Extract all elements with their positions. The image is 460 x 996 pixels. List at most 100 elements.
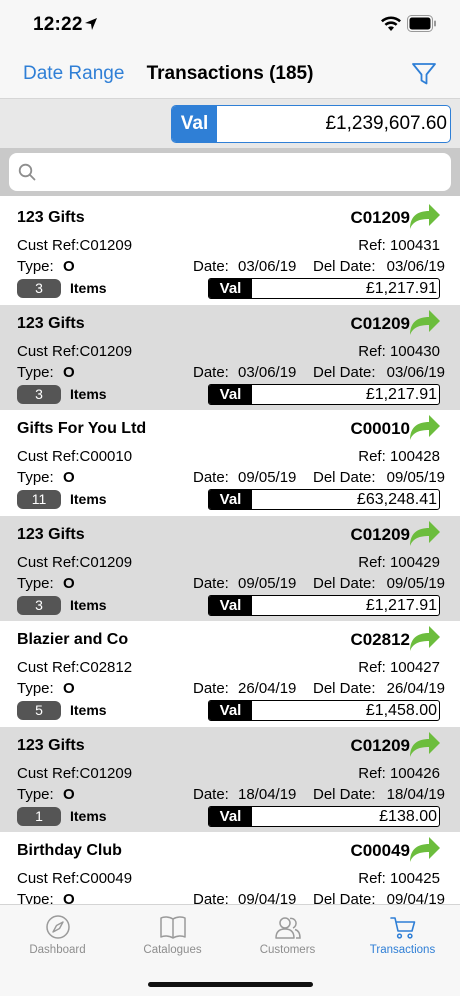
items-count-badge: 5 bbox=[17, 701, 61, 720]
del-date-value: 09/05/19 bbox=[386, 469, 445, 486]
page-title: Transactions (185) bbox=[146, 63, 314, 84]
tab-label: Transactions bbox=[369, 944, 436, 956]
ref-number: Ref: 100425 bbox=[358, 870, 440, 887]
search-bar bbox=[0, 148, 460, 196]
forward-arrow-icon[interactable] bbox=[407, 412, 441, 442]
forward-arrow-icon[interactable] bbox=[407, 201, 441, 231]
del-date-value: 03/06/19 bbox=[386, 363, 445, 381]
cust-ref: Cust Ref:C01209 bbox=[17, 342, 133, 360]
account-code: C01209 bbox=[350, 735, 410, 755]
cust-ref: Cust Ref:C01209 bbox=[17, 237, 133, 254]
del-date-value: 09/04/19 bbox=[386, 891, 445, 904]
del-date-label: Del Date: bbox=[313, 258, 376, 275]
transaction-row[interactable]: 123 Gifts C01209 Cust Ref:C01209 Ref: 10… bbox=[0, 199, 460, 305]
search-icon bbox=[18, 163, 36, 181]
type-label: Type: bbox=[17, 258, 54, 275]
account-code: C02812 bbox=[350, 630, 410, 649]
transaction-row[interactable]: Birthday Club C00049 Cust Ref:C00049 Ref… bbox=[0, 832, 460, 904]
items-count-badge: 3 bbox=[17, 279, 61, 298]
date-value: 09/05/19 bbox=[238, 469, 297, 486]
items-count-badge: 3 bbox=[17, 595, 61, 615]
status-time: 12:22 bbox=[33, 14, 83, 35]
type-value: O bbox=[63, 574, 75, 592]
ref-number: Ref: 100427 bbox=[358, 659, 440, 676]
ref-number: Ref: 100431 bbox=[358, 237, 440, 254]
tab-dashboard[interactable]: Dashboard bbox=[0, 905, 115, 965]
customer-name: 123 Gifts bbox=[17, 314, 85, 332]
value-label: Val bbox=[209, 595, 252, 615]
compass-icon bbox=[46, 915, 70, 939]
del-date-value: 26/04/19 bbox=[386, 680, 445, 697]
forward-arrow-icon[interactable] bbox=[407, 623, 441, 653]
search-input[interactable] bbox=[9, 153, 451, 191]
date-value: 09/05/19 bbox=[238, 574, 297, 592]
transaction-row[interactable]: 123 Gifts C01209 Cust Ref:C01209 Ref: 10… bbox=[0, 726, 460, 832]
customer-name: Birthday Club bbox=[17, 842, 122, 859]
account-code: C01209 bbox=[350, 208, 410, 227]
cust-ref: Cust Ref:C01209 bbox=[17, 764, 133, 782]
value-amount: £63,248.41 bbox=[356, 491, 437, 508]
customer-name: 123 Gifts bbox=[17, 736, 85, 754]
customer-name: Gifts For You Ltd bbox=[17, 420, 147, 437]
items-label: Items bbox=[70, 280, 107, 296]
del-date-value: 03/06/19 bbox=[386, 258, 445, 275]
type-label: Type: bbox=[17, 680, 54, 697]
location-arrow-icon bbox=[85, 18, 97, 30]
tab-transactions[interactable]: Transactions bbox=[345, 905, 460, 965]
forward-arrow-icon[interactable] bbox=[407, 518, 441, 548]
transaction-row[interactable]: Gifts For You Ltd C00010 Cust Ref:C00010… bbox=[0, 410, 460, 516]
status-bar: 12:22 bbox=[0, 0, 460, 52]
items-label: Items bbox=[70, 807, 107, 824]
items-count-badge: 1 bbox=[17, 806, 61, 826]
transaction-row[interactable]: 123 Gifts C01209 Cust Ref:C01209 Ref: 10… bbox=[0, 304, 460, 410]
cust-ref: Cust Ref:C02812 bbox=[17, 659, 133, 676]
value-box: Val £138.00 bbox=[208, 805, 440, 827]
transaction-list: 123 Gifts C01209 Cust Ref:C01209 Ref: 10… bbox=[0, 199, 460, 904]
filter-icon[interactable] bbox=[411, 61, 437, 87]
type-value: O bbox=[63, 680, 75, 697]
navigation-bar: Date Range Transactions (185) bbox=[0, 52, 460, 98]
ref-number: Ref: 100430 bbox=[358, 342, 440, 360]
value-amount: £1,458.00 bbox=[365, 702, 437, 719]
forward-arrow-icon[interactable] bbox=[407, 729, 441, 759]
book-icon bbox=[160, 916, 186, 939]
transaction-row[interactable]: 123 Gifts C01209 Cust Ref:C01209 Ref: 10… bbox=[0, 515, 460, 621]
battery-icon bbox=[407, 15, 436, 32]
total-value-amount: £1,239,607.60 bbox=[325, 113, 447, 134]
items-label: Items bbox=[70, 491, 107, 507]
type-label: Type: bbox=[17, 574, 54, 592]
tab-label: Catalogues bbox=[143, 944, 202, 956]
cart-icon bbox=[390, 917, 416, 939]
transaction-row[interactable]: Blazier and Co C02812 Cust Ref:C02812 Re… bbox=[0, 621, 460, 727]
items-count-badge: 3 bbox=[17, 384, 61, 404]
value-box: Val £63,248.41 bbox=[208, 489, 440, 510]
customer-name: Blazier and Co bbox=[17, 631, 129, 648]
del-date-label: Del Date: bbox=[313, 891, 376, 904]
value-box: Val £1,217.91 bbox=[208, 383, 440, 405]
type-label: Type: bbox=[17, 891, 54, 904]
del-date-label: Del Date: bbox=[313, 785, 376, 803]
items-label: Items bbox=[70, 702, 107, 718]
value-box: Val £1,458.00 bbox=[208, 700, 440, 721]
value-label: Val bbox=[209, 490, 252, 509]
tab-label: Dashboard bbox=[29, 944, 86, 956]
forward-arrow-icon[interactable] bbox=[407, 834, 441, 864]
value-box: Val £1,217.91 bbox=[208, 278, 440, 299]
forward-arrow-icon[interactable] bbox=[407, 307, 441, 337]
del-date-label: Del Date: bbox=[313, 363, 376, 381]
account-code: C01209 bbox=[350, 524, 410, 544]
date-label: Date: bbox=[193, 680, 229, 697]
date-value: 03/06/19 bbox=[238, 363, 297, 381]
date-label: Date: bbox=[193, 363, 229, 381]
date-label: Date: bbox=[193, 574, 229, 592]
value-label: Val bbox=[209, 279, 252, 298]
date-value: 09/04/19 bbox=[238, 891, 297, 904]
tab-customers[interactable]: Customers bbox=[230, 905, 345, 965]
tab-catalogues[interactable]: Catalogues bbox=[115, 905, 230, 965]
home-indicator bbox=[148, 982, 313, 987]
total-value-box: Val £1,239,607.60 bbox=[171, 105, 451, 143]
customer-name: 123 Gifts bbox=[17, 209, 85, 226]
del-date-label: Del Date: bbox=[313, 574, 376, 592]
total-value-label: Val bbox=[172, 106, 217, 142]
value-label: Val bbox=[209, 806, 252, 826]
